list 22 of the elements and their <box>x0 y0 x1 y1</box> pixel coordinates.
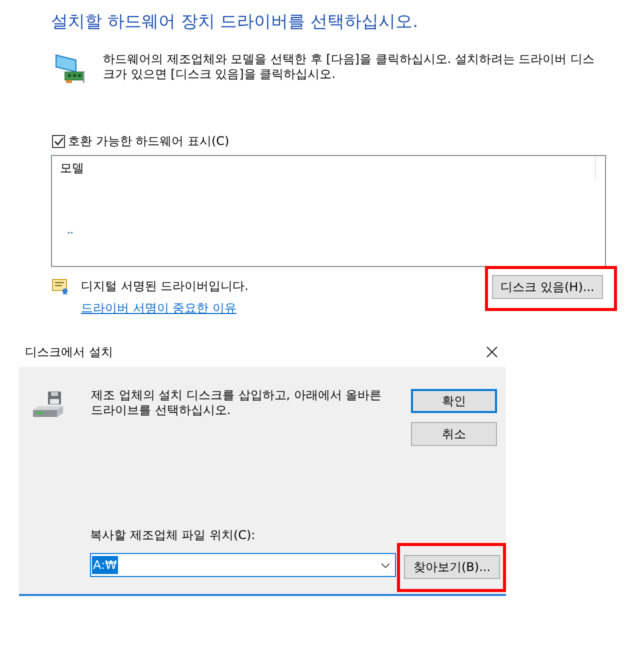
certificate-icon <box>52 278 69 295</box>
close-button[interactable] <box>485 345 499 359</box>
column-header[interactable]: 모델 <box>52 156 596 180</box>
model-list[interactable]: 모델 <box>51 155 606 267</box>
monitor-card-icon <box>55 52 85 84</box>
checkbox-label[interactable]: 호환 가능한 하드웨어 표시(C) <box>68 134 230 149</box>
instruction-text: 하드웨어의 제조업체와 모델을 선택한 후 [다음]을 클릭하십시오. 설치하려는 드라이버 디스크가 있으면 [디스크 있음]을 클릭하십시오. <box>103 52 596 82</box>
dialog-button[interactable]: 확인 <box>411 389 497 413</box>
dialog-button[interactable]: 취소 <box>411 422 497 446</box>
checkbox[interactable] <box>52 135 65 148</box>
floppy-drive-icon <box>33 391 63 418</box>
field-label: 복사할 제조업체 파일 위치(C): <box>90 527 256 543</box>
location-combo-box[interactable]: A:₩ <box>90 553 396 577</box>
close-icon <box>486 346 498 358</box>
browse-button[interactable]: 찾아보기(B)... <box>404 555 500 579</box>
page-title: 설치할 하드웨어 장치 드라이버를 선택하십시오. <box>51 12 418 32</box>
dialog-message: 제조 업체의 설치 디스크를 삽입하고, 아래에서 올바른 드라이브를 선택하십시오. <box>91 388 383 418</box>
dialog-title: 디스크에서 설치 <box>25 344 113 360</box>
driver-signing-link[interactable]: 드라이버 서명이 중요한 이유 <box>81 300 248 316</box>
have-disk-button[interactable]: 디스크 있음(H)... <box>492 275 603 299</box>
chevron-down-icon <box>381 562 390 568</box>
signature-status-text: 디지털 서명된 드라이버입니다. <box>81 278 248 294</box>
